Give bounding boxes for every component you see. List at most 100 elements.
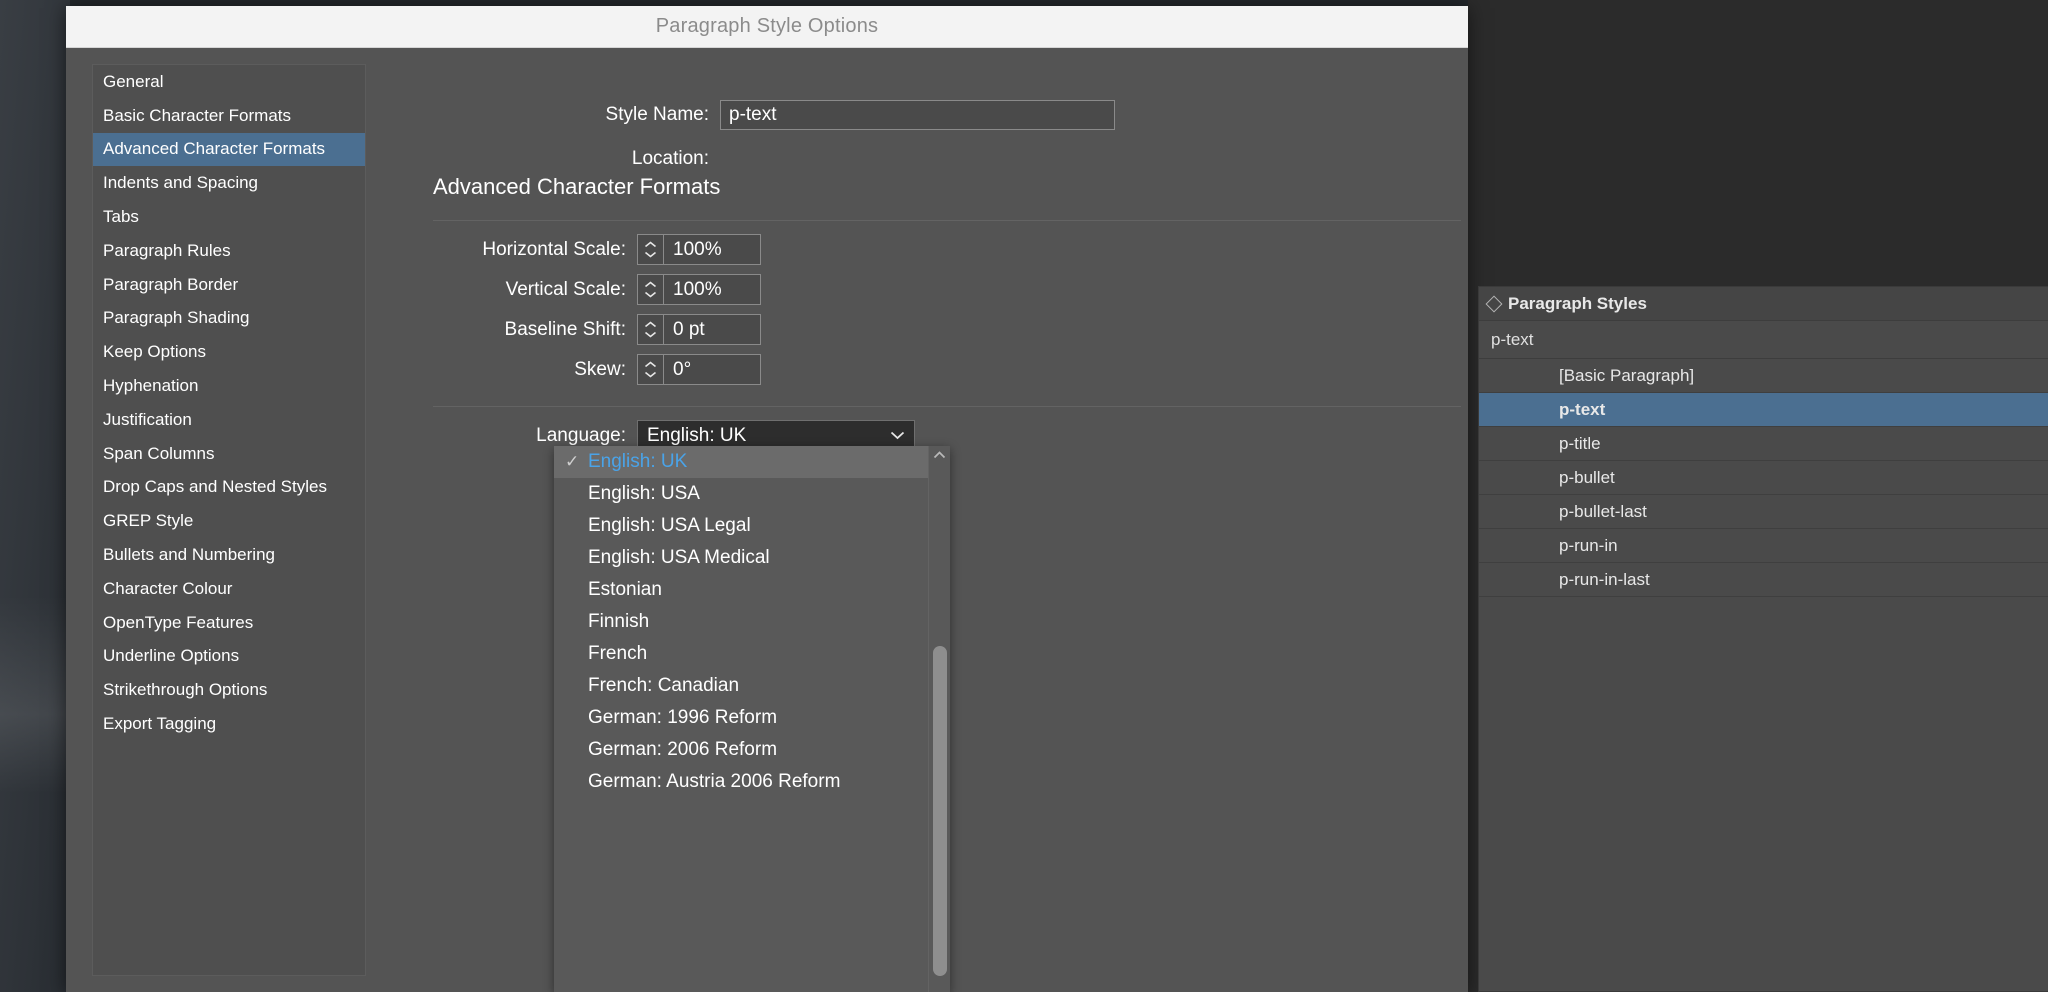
language-option-finnish[interactable]: Finnish xyxy=(554,606,950,638)
chevron-down-icon xyxy=(890,431,905,440)
category-item-opentype-features[interactable]: OpenType Features xyxy=(93,606,365,640)
paragraph-style-row-label: p-bullet-last xyxy=(1559,502,1647,522)
skew-label: Skew: xyxy=(373,359,637,381)
horizontal-scale-value[interactable]: 100% xyxy=(664,235,760,264)
category-item-basic-character-formats[interactable]: Basic Character Formats xyxy=(93,99,365,133)
category-item-label: Export Tagging xyxy=(103,714,216,734)
skew-value[interactable]: 0° xyxy=(664,355,760,384)
scrollbar-thumb[interactable] xyxy=(933,646,947,976)
paragraph-style-row-label: p-title xyxy=(1559,434,1601,454)
vertical-scale-stepper[interactable] xyxy=(638,275,664,304)
baseline-shift-label: Baseline Shift: xyxy=(373,319,637,341)
check-icon: ✓ xyxy=(565,452,588,472)
category-item-grep-style[interactable]: GREP Style xyxy=(93,504,365,538)
language-popup-scrollbar[interactable] xyxy=(928,446,950,992)
category-item-character-colour[interactable]: Character Colour xyxy=(93,572,365,606)
paragraph-style-row[interactable]: p-text xyxy=(1479,393,2048,427)
language-option-german-2006-reform[interactable]: German: 2006 Reform xyxy=(554,734,950,766)
category-item-tabs[interactable]: Tabs xyxy=(93,200,365,234)
paragraph-style-row[interactable]: [Basic Paragraph] xyxy=(1479,359,2048,393)
category-item-label: Paragraph Rules xyxy=(103,241,231,261)
paragraph-style-row[interactable]: p-title xyxy=(1479,427,2048,461)
location-label: Location: xyxy=(373,148,720,170)
vertical-scale-field[interactable]: 100% xyxy=(637,274,761,305)
category-item-label: Bullets and Numbering xyxy=(103,545,275,565)
content-pane: Style Name: Location: Advanced Character… xyxy=(373,48,1468,992)
category-item-hyphenation[interactable]: Hyphenation xyxy=(93,369,365,403)
category-item-paragraph-shading[interactable]: Paragraph Shading xyxy=(93,302,365,336)
desktop-background: Paragraph Style Options GeneralBasic Cha… xyxy=(0,0,2048,992)
horizontal-scale-field[interactable]: 100% xyxy=(637,234,761,265)
language-option-german-1996-reform[interactable]: German: 1996 Reform xyxy=(554,702,950,734)
category-item-indents-and-spacing[interactable]: Indents and Spacing xyxy=(93,166,365,200)
scroll-up-arrow-icon[interactable] xyxy=(929,446,950,464)
paragraph-style-diamond-icon xyxy=(1486,295,1503,312)
language-label: Language: xyxy=(373,425,637,447)
skew-stepper[interactable] xyxy=(638,355,664,384)
language-option-estonian[interactable]: Estonian xyxy=(554,574,950,606)
skew-row: Skew: 0° xyxy=(373,354,761,385)
language-option-label: English: USA Legal xyxy=(588,515,751,537)
language-option-list[interactable]: ✓English: UKEnglish: USA English: USA Leg… xyxy=(554,446,950,798)
category-item-label: Keep Options xyxy=(103,342,206,362)
language-option-english-usa-medical[interactable]: English: USA Medical xyxy=(554,542,950,574)
divider-top xyxy=(433,220,1461,221)
category-item-label: Strikethrough Options xyxy=(103,680,267,700)
location-row: Location: xyxy=(373,148,720,170)
language-option-french[interactable]: French xyxy=(554,638,950,670)
paragraph-style-row[interactable]: p-run-in-last xyxy=(1479,563,2048,597)
baseline-shift-value[interactable]: 0 pt xyxy=(664,315,760,344)
language-option-english-uk[interactable]: ✓English: UK xyxy=(554,446,950,478)
language-option-english-usa-legal[interactable]: English: USA Legal xyxy=(554,510,950,542)
paragraph-styles-panel-tabbar[interactable]: Paragraph Styles xyxy=(1479,287,2048,321)
language-option-french-canadian[interactable]: French: Canadian xyxy=(554,670,950,702)
category-item-paragraph-border[interactable]: Paragraph Border xyxy=(93,268,365,302)
vertical-scale-value[interactable]: 100% xyxy=(664,275,760,304)
paragraph-style-row-label: [Basic Paragraph] xyxy=(1559,366,1694,386)
baseline-shift-row: Baseline Shift: 0 pt xyxy=(373,314,761,345)
background-photo xyxy=(0,0,70,992)
paragraph-style-row-label: p-run-in-last xyxy=(1559,570,1650,590)
baseline-shift-stepper[interactable] xyxy=(638,315,664,344)
category-item-underline-options[interactable]: Underline Options xyxy=(93,640,365,674)
category-item-drop-caps-and-nested-styles[interactable]: Drop Caps and Nested Styles xyxy=(93,471,365,505)
category-list[interactable]: GeneralBasic Character FormatsAdvanced C… xyxy=(92,64,366,976)
vertical-scale-label: Vertical Scale: xyxy=(373,279,637,301)
category-item-label: Tabs xyxy=(103,207,139,227)
horizontal-scale-stepper[interactable] xyxy=(638,235,664,264)
category-item-paragraph-rules[interactable]: Paragraph Rules xyxy=(93,234,365,268)
category-item-advanced-character-formats[interactable]: Advanced Character Formats xyxy=(93,133,365,167)
category-item-strikethrough-options[interactable]: Strikethrough Options xyxy=(93,673,365,707)
category-item-bullets-and-numbering[interactable]: Bullets and Numbering xyxy=(93,538,365,572)
dialog-title: Paragraph Style Options xyxy=(656,15,879,38)
language-option-label: German: 1996 Reform xyxy=(588,707,777,729)
category-item-span-columns[interactable]: Span Columns xyxy=(93,437,365,471)
style-name-row: Style Name: xyxy=(373,100,1115,130)
category-item-keep-options[interactable]: Keep Options xyxy=(93,335,365,369)
paragraph-style-row-label: p-bullet xyxy=(1559,468,1615,488)
language-option-label: English: USA Medical xyxy=(588,547,770,569)
chevron-down-icon xyxy=(644,331,657,338)
language-option-german-austria-2006-reform[interactable]: German: Austria 2006 Reform xyxy=(554,766,950,798)
category-item-label: Justification xyxy=(103,410,192,430)
paragraph-style-row[interactable]: p-bullet-last xyxy=(1479,495,2048,529)
paragraph-styles-list[interactable]: [Basic Paragraph] p-text p-title p-bullet p-… xyxy=(1479,359,2048,597)
category-item-justification[interactable]: Justification xyxy=(93,403,365,437)
language-select-value: English: UK xyxy=(647,425,746,447)
category-item-general[interactable]: General xyxy=(93,65,365,99)
language-option-label: French xyxy=(588,643,647,665)
paragraph-style-row-label: p-run-in xyxy=(1559,536,1618,556)
skew-field[interactable]: 0° xyxy=(637,354,761,385)
paragraph-style-row-label: p-text xyxy=(1559,400,1605,420)
chevron-down-icon xyxy=(644,371,657,378)
baseline-shift-field[interactable]: 0 pt xyxy=(637,314,761,345)
category-item-label: Indents and Spacing xyxy=(103,173,258,193)
paragraph-style-row[interactable]: p-run-in xyxy=(1479,529,2048,563)
chevron-down-icon xyxy=(644,251,657,258)
language-dropdown-popup[interactable]: ✓English: UKEnglish: USA English: USA Leg… xyxy=(554,446,950,992)
style-name-input[interactable] xyxy=(720,100,1115,130)
paragraph-style-row[interactable]: p-bullet xyxy=(1479,461,2048,495)
language-option-english-usa[interactable]: English: USA xyxy=(554,478,950,510)
category-item-export-tagging[interactable]: Export Tagging xyxy=(93,707,365,741)
divider-bottom xyxy=(433,406,1461,407)
